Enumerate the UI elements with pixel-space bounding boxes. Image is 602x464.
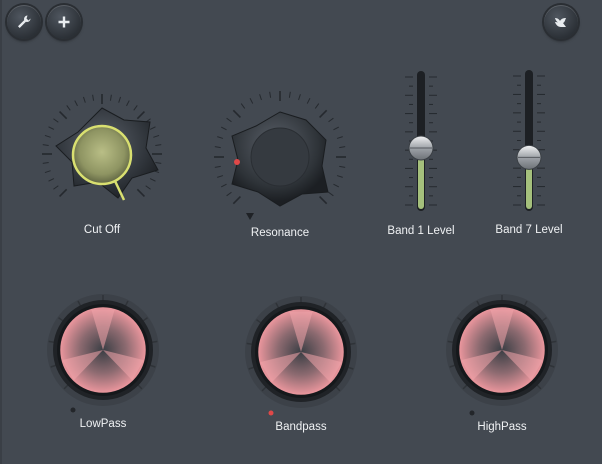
highpass-knob[interactable] [446, 294, 558, 416]
highpass-label: HighPass [477, 421, 527, 433]
cutoff-label: Cut Off [83, 224, 121, 236]
band7-label: Band 7 Level [495, 224, 563, 236]
lowpass-label: LowPass [79, 418, 127, 430]
bandpass-knob[interactable] [245, 296, 357, 416]
lowpass-knob[interactable] [47, 294, 159, 413]
bandpass-label: Bandpass [275, 421, 327, 433]
resonance-label: Resonance [250, 227, 310, 239]
band1-label: Band 1 Level [387, 225, 455, 237]
